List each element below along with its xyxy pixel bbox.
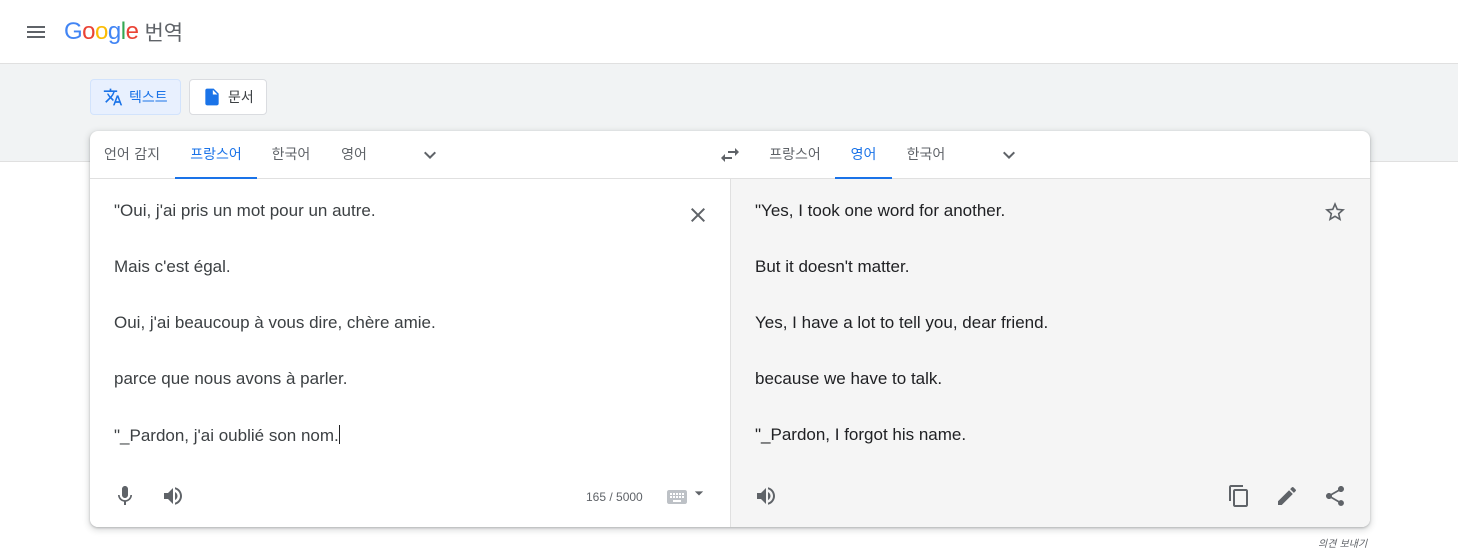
source-line-last: "_Pardon, j'ai oublié son nom.	[114, 425, 436, 445]
source-textarea[interactable]: "Oui, j'ai pris un mot pour un autre. Ma…	[114, 201, 436, 481]
source-language-dropdown-icon[interactable]	[418, 143, 442, 167]
translation-output: "Yes, I took one word for another. But i…	[755, 201, 1048, 481]
edit-translation-icon[interactable]	[1275, 484, 1299, 508]
target-line: Yes, I have a lot to tell you, dear frie…	[755, 313, 1049, 332]
target-line: "Yes, I took one word for another.	[755, 201, 1006, 220]
top-app-bar: Google 번역	[0, 0, 1458, 64]
text-caret	[338, 425, 340, 444]
tab-source-french[interactable]: 프랑스어	[175, 131, 257, 179]
tab-source-english[interactable]: 영어	[325, 131, 383, 179]
tab-target-french[interactable]: 프랑스어	[760, 131, 830, 179]
source-line: "Oui, j'ai pris un mot pour un autre.	[114, 201, 376, 220]
share-translation-icon[interactable]	[1323, 484, 1347, 508]
tab-target-korean[interactable]: 한국어	[896, 131, 956, 179]
text-mode-label: 텍스트	[129, 90, 168, 106]
send-feedback-link[interactable]: 의견 보내기	[1318, 535, 1367, 550]
document-mode-button[interactable]: 문서	[189, 79, 267, 115]
copy-translation-icon[interactable]	[1227, 484, 1251, 508]
source-listen-icon[interactable]	[161, 484, 185, 508]
target-line: "_Pardon, I forgot his name.	[755, 425, 967, 444]
target-language-dropdown-icon[interactable]	[997, 143, 1021, 167]
document-mode-label: 문서	[228, 90, 254, 106]
google-translate-logo[interactable]: Google 번역	[64, 16, 183, 48]
app-title: 번역	[144, 21, 184, 45]
swap-languages-icon[interactable]	[718, 143, 742, 167]
save-translation-star-icon[interactable]	[1323, 200, 1347, 224]
keyboard-dropdown-icon[interactable]	[689, 483, 709, 503]
target-line: because we have to talk.	[755, 369, 943, 388]
text-mode-button[interactable]: 텍스트	[90, 79, 181, 115]
source-text-pane[interactable]: "Oui, j'ai pris un mot pour un autre. Ma…	[90, 179, 730, 527]
translation-card: 언어 감지 프랑스어 한국어 영어 프랑스어 영어 한국어 "Oui, j'ai…	[90, 131, 1370, 527]
target-listen-icon[interactable]	[754, 484, 778, 508]
source-line: "_Pardon, j'ai oublié son nom.	[114, 426, 339, 445]
tab-source-korean[interactable]: 한국어	[257, 131, 325, 179]
microphone-icon[interactable]	[113, 484, 137, 508]
tab-source-detect-language[interactable]: 언어 감지	[90, 131, 174, 179]
source-line: Oui, j'ai beaucoup à vous dire, chère am…	[114, 313, 436, 332]
google-logo: Google	[64, 18, 139, 45]
language-bar: 언어 감지 프랑스어 한국어 영어 프랑스어 영어 한국어	[90, 131, 1370, 179]
target-text-pane: "Yes, I took one word for another. But i…	[730, 179, 1370, 527]
source-line: parce que nous avons à parler.	[114, 369, 348, 388]
character-count: 165 / 5000	[586, 490, 643, 504]
clear-text-icon[interactable]	[686, 203, 710, 227]
hamburger-menu-icon[interactable]	[24, 20, 48, 44]
tab-target-english[interactable]: 영어	[835, 131, 892, 179]
target-line: But it doesn't matter.	[755, 257, 910, 276]
keyboard-icon[interactable]	[665, 485, 689, 509]
document-icon	[205, 88, 219, 106]
translate-icon	[103, 88, 123, 106]
source-line: Mais c'est égal.	[114, 257, 231, 276]
